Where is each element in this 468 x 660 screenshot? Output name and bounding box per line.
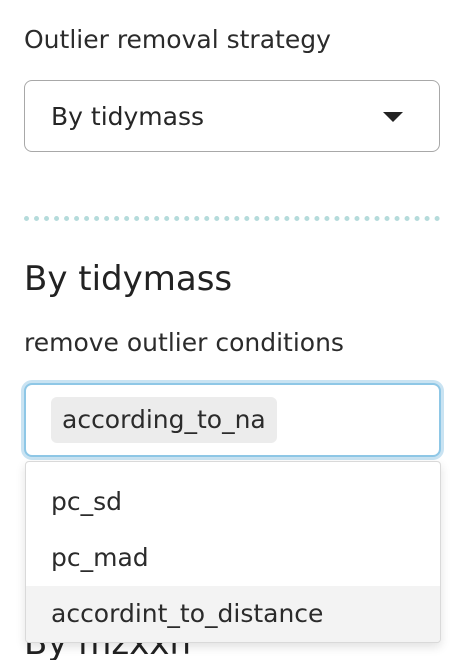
selected-condition-chip[interactable]: according_to_na: [51, 397, 277, 443]
dropdown-option-pc-mad[interactable]: pc_mad: [26, 530, 440, 586]
dropdown-option-pc-sd[interactable]: pc_sd: [26, 474, 440, 530]
remove-outlier-conditions-input[interactable]: according_to_na: [24, 383, 441, 457]
outlier-strategy-select[interactable]: By tidymass: [24, 80, 440, 152]
remove-outlier-conditions-label: remove outlier conditions: [24, 328, 344, 357]
section-divider: [24, 216, 440, 221]
outlier-strategy-selected-value: By tidymass: [51, 102, 205, 131]
dropdown-option-accordint-to-distance[interactable]: accordint_to_distance: [26, 586, 440, 642]
conditions-dropdown-menu: pc_sd pc_mad accordint_to_distance: [25, 461, 441, 643]
outlier-strategy-label: Outlier removal strategy: [24, 25, 331, 54]
chevron-down-icon[interactable]: [383, 112, 403, 122]
section-title: By tidymass: [24, 259, 233, 299]
settings-panel: Outlier removal strategy By tidymass By …: [0, 0, 468, 660]
